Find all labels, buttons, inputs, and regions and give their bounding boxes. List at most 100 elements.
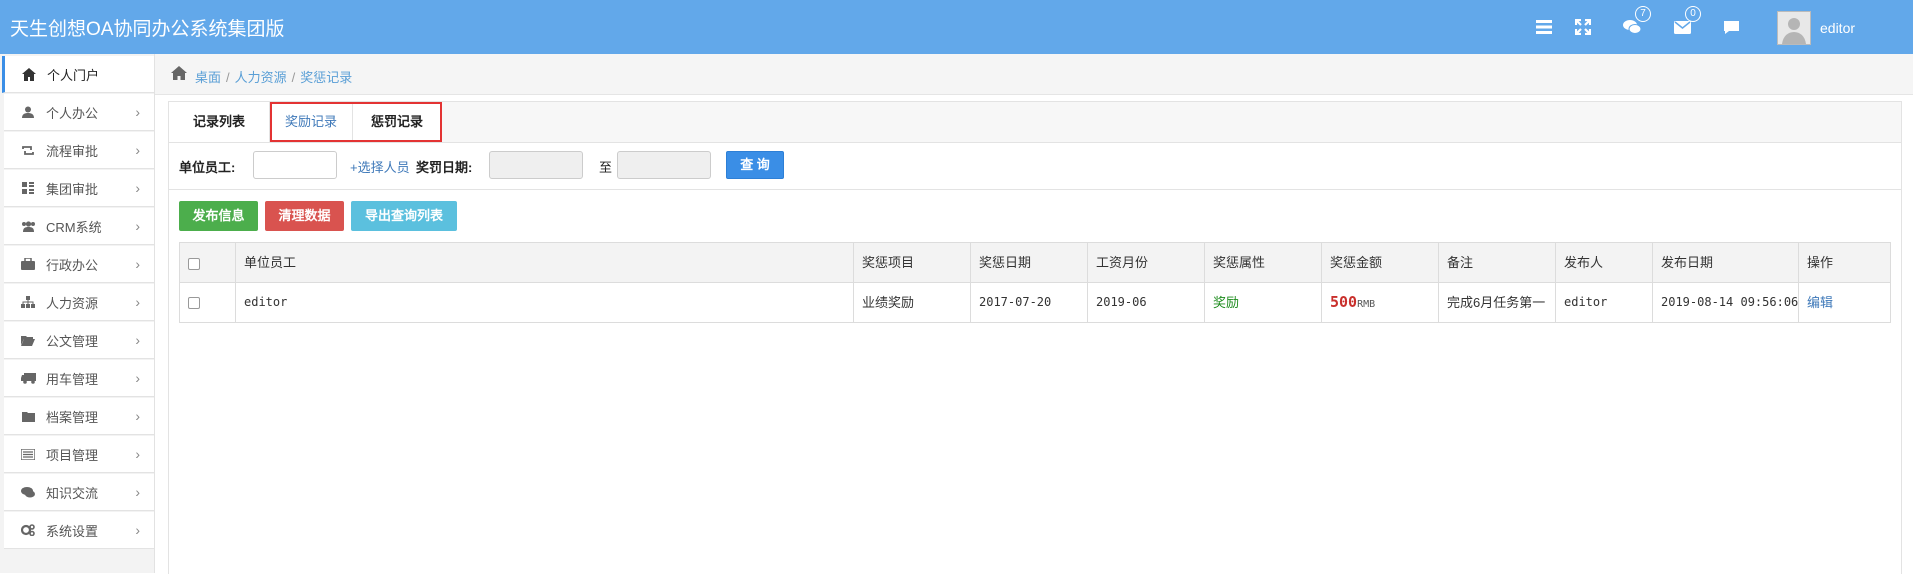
cell-employee: editor [236, 283, 854, 322]
records-table: 单位员工 奖惩项目 奖惩日期 工资月份 奖惩属性 奖惩金额 备注 发布人 发布日… [179, 242, 1891, 323]
chevron-right-icon: › [135, 408, 140, 424]
folder-open-icon [20, 333, 36, 347]
mail-icon[interactable]: 0 [1671, 6, 1701, 38]
to-label: 至 [599, 160, 613, 175]
app-title: 天生创想OA协同办公系统集团版 [10, 19, 285, 40]
tab-bar: 记录列表 奖励记录 惩罚记录 [169, 102, 1901, 143]
content-panel: 记录列表 奖励记录 惩罚记录 单位员工: +选择人员 奖罚日期: 至 查 询 发… [168, 101, 1902, 574]
sidebar-item-label: 项目管理 [46, 447, 99, 463]
sidebar-item-archives[interactable]: 档案管理 › [4, 398, 154, 435]
cell-amount: 500RMB [1322, 283, 1439, 322]
home-icon[interactable] [171, 66, 187, 83]
sidebar-item-knowledge[interactable]: 知识交流 › [4, 474, 154, 511]
select-all-cell [180, 243, 236, 282]
sidebar-item-hr[interactable]: 人力资源 › [4, 284, 154, 321]
row-checkbox[interactable] [188, 296, 200, 309]
sidebar-item-documents[interactable]: 公文管理 › [4, 322, 154, 359]
breadcrumb: 桌面 / 人力资源 / 奖惩记录 [155, 54, 1913, 95]
comment-icon[interactable] [1720, 16, 1742, 38]
sidebar-item-personal-office[interactable]: 个人办公 › [4, 94, 154, 131]
sidebar-item-label: 用车管理 [46, 371, 99, 387]
cell-publisher: editor [1556, 283, 1653, 322]
col-header[interactable]: 备注 [1439, 243, 1556, 282]
end-date-input[interactable] [617, 151, 711, 179]
cell-item: 业绩奖励 [854, 283, 971, 322]
avatar[interactable] [1777, 11, 1811, 45]
edit-link[interactable]: 编辑 [1807, 295, 1833, 310]
sidebar-item-label: 个人办公 [46, 105, 99, 121]
comments-icon [20, 485, 36, 499]
sidebar-item-label: 系统设置 [46, 523, 99, 539]
filter-bar: 单位员工: +选择人员 奖罚日期: 至 查 询 [169, 143, 1901, 190]
col-header[interactable]: 单位员工 [236, 243, 854, 282]
col-header[interactable]: 奖惩金额 [1322, 243, 1439, 282]
chat-icon[interactable]: 7 [1621, 6, 1651, 38]
col-header[interactable]: 发布人 [1556, 243, 1653, 282]
cell-salary-month: 2019-06 [1088, 283, 1205, 322]
sidebar-item-label: 个人门户 [47, 67, 100, 83]
sidebar-item-portal[interactable]: 个人门户 [2, 56, 154, 93]
chevron-right-icon: › [135, 142, 140, 158]
chevron-right-icon: › [135, 218, 140, 234]
users-icon [20, 219, 36, 233]
folder-icon [20, 409, 36, 423]
fullscreen-icon[interactable] [1572, 16, 1594, 38]
sidebar-item-vehicles[interactable]: 用车管理 › [4, 360, 154, 397]
tab-penalty-records[interactable]: 惩罚记录 [353, 102, 441, 142]
chevron-right-icon: › [135, 446, 140, 462]
mail-badge: 0 [1685, 6, 1701, 22]
sidebar-item-settings[interactable]: 系统设置 › [4, 512, 154, 549]
sidebar-item-crm[interactable]: CRM系统 › [4, 208, 154, 245]
sidebar-item-admin-office[interactable]: 行政办公 › [4, 246, 154, 283]
breadcrumb-trail: 桌面 / 人力资源 / 奖惩记录 [195, 70, 353, 85]
query-button[interactable]: 查 询 [726, 151, 784, 179]
cogs-icon [20, 523, 36, 537]
tab-reward-records[interactable]: 奖励记录 [270, 102, 353, 142]
user-icon [20, 105, 36, 119]
cell-publish-date: 2019-08-14 09:56:06 [1653, 283, 1799, 322]
chevron-right-icon: › [135, 484, 140, 500]
attribute-value: 奖励 [1213, 295, 1240, 310]
col-header[interactable]: 发布日期 [1653, 243, 1799, 282]
employee-input[interactable] [253, 151, 337, 179]
sidebar-item-label: 流程审批 [46, 143, 99, 159]
cell-date: 2017-07-20 [971, 283, 1088, 322]
chevron-right-icon: › [135, 332, 140, 348]
sidebar-item-label: 公文管理 [46, 333, 99, 349]
chevron-right-icon: › [135, 180, 140, 196]
sidebar-item-workflow[interactable]: 流程审批 › [4, 132, 154, 169]
breadcrumb-home[interactable]: 桌面 [195, 70, 221, 85]
cell-action: 编辑 [1799, 283, 1890, 322]
chevron-right-icon: › [135, 522, 140, 538]
tab-record-list[interactable]: 记录列表 [169, 102, 270, 142]
col-header[interactable]: 工资月份 [1088, 243, 1205, 282]
messages-badge: 7 [1635, 6, 1651, 22]
retweet-icon [20, 143, 36, 157]
col-header[interactable]: 奖惩项目 [854, 243, 971, 282]
table-header-row: 单位员工 奖惩项目 奖惩日期 工资月份 奖惩属性 奖惩金额 备注 发布人 发布日… [180, 243, 1890, 283]
sidebar-item-projects[interactable]: 项目管理 › [4, 436, 154, 473]
menu-icon[interactable] [1533, 16, 1555, 38]
select-all-checkbox[interactable] [188, 257, 200, 270]
breadcrumb-section[interactable]: 人力资源 [235, 70, 287, 85]
col-header[interactable]: 操作 [1799, 243, 1890, 282]
col-header[interactable]: 奖惩日期 [971, 243, 1088, 282]
grid-icon [20, 181, 36, 195]
col-header[interactable]: 奖惩属性 [1205, 243, 1322, 282]
row-select-cell [180, 283, 236, 322]
select-person-link[interactable]: +选择人员 [350, 157, 410, 176]
home-icon [21, 67, 37, 81]
chevron-right-icon: › [135, 294, 140, 310]
cell-attribute: 奖励 [1205, 283, 1322, 322]
start-date-input[interactable] [489, 151, 583, 179]
publish-button[interactable]: 发布信息 [179, 201, 258, 231]
clear-data-button[interactable]: 清理数据 [265, 201, 344, 231]
breadcrumb-current[interactable]: 奖惩记录 [300, 70, 352, 85]
export-button[interactable]: 导出查询列表 [351, 201, 457, 231]
sidebar-item-group-approval[interactable]: 集团审批 › [4, 170, 154, 207]
sidebar-item-label: CRM系统 [46, 219, 102, 235]
briefcase-icon [20, 257, 36, 271]
truck-icon [20, 371, 36, 385]
username[interactable]: editor [1820, 20, 1855, 36]
sidebar-item-label: 行政办公 [46, 257, 99, 273]
